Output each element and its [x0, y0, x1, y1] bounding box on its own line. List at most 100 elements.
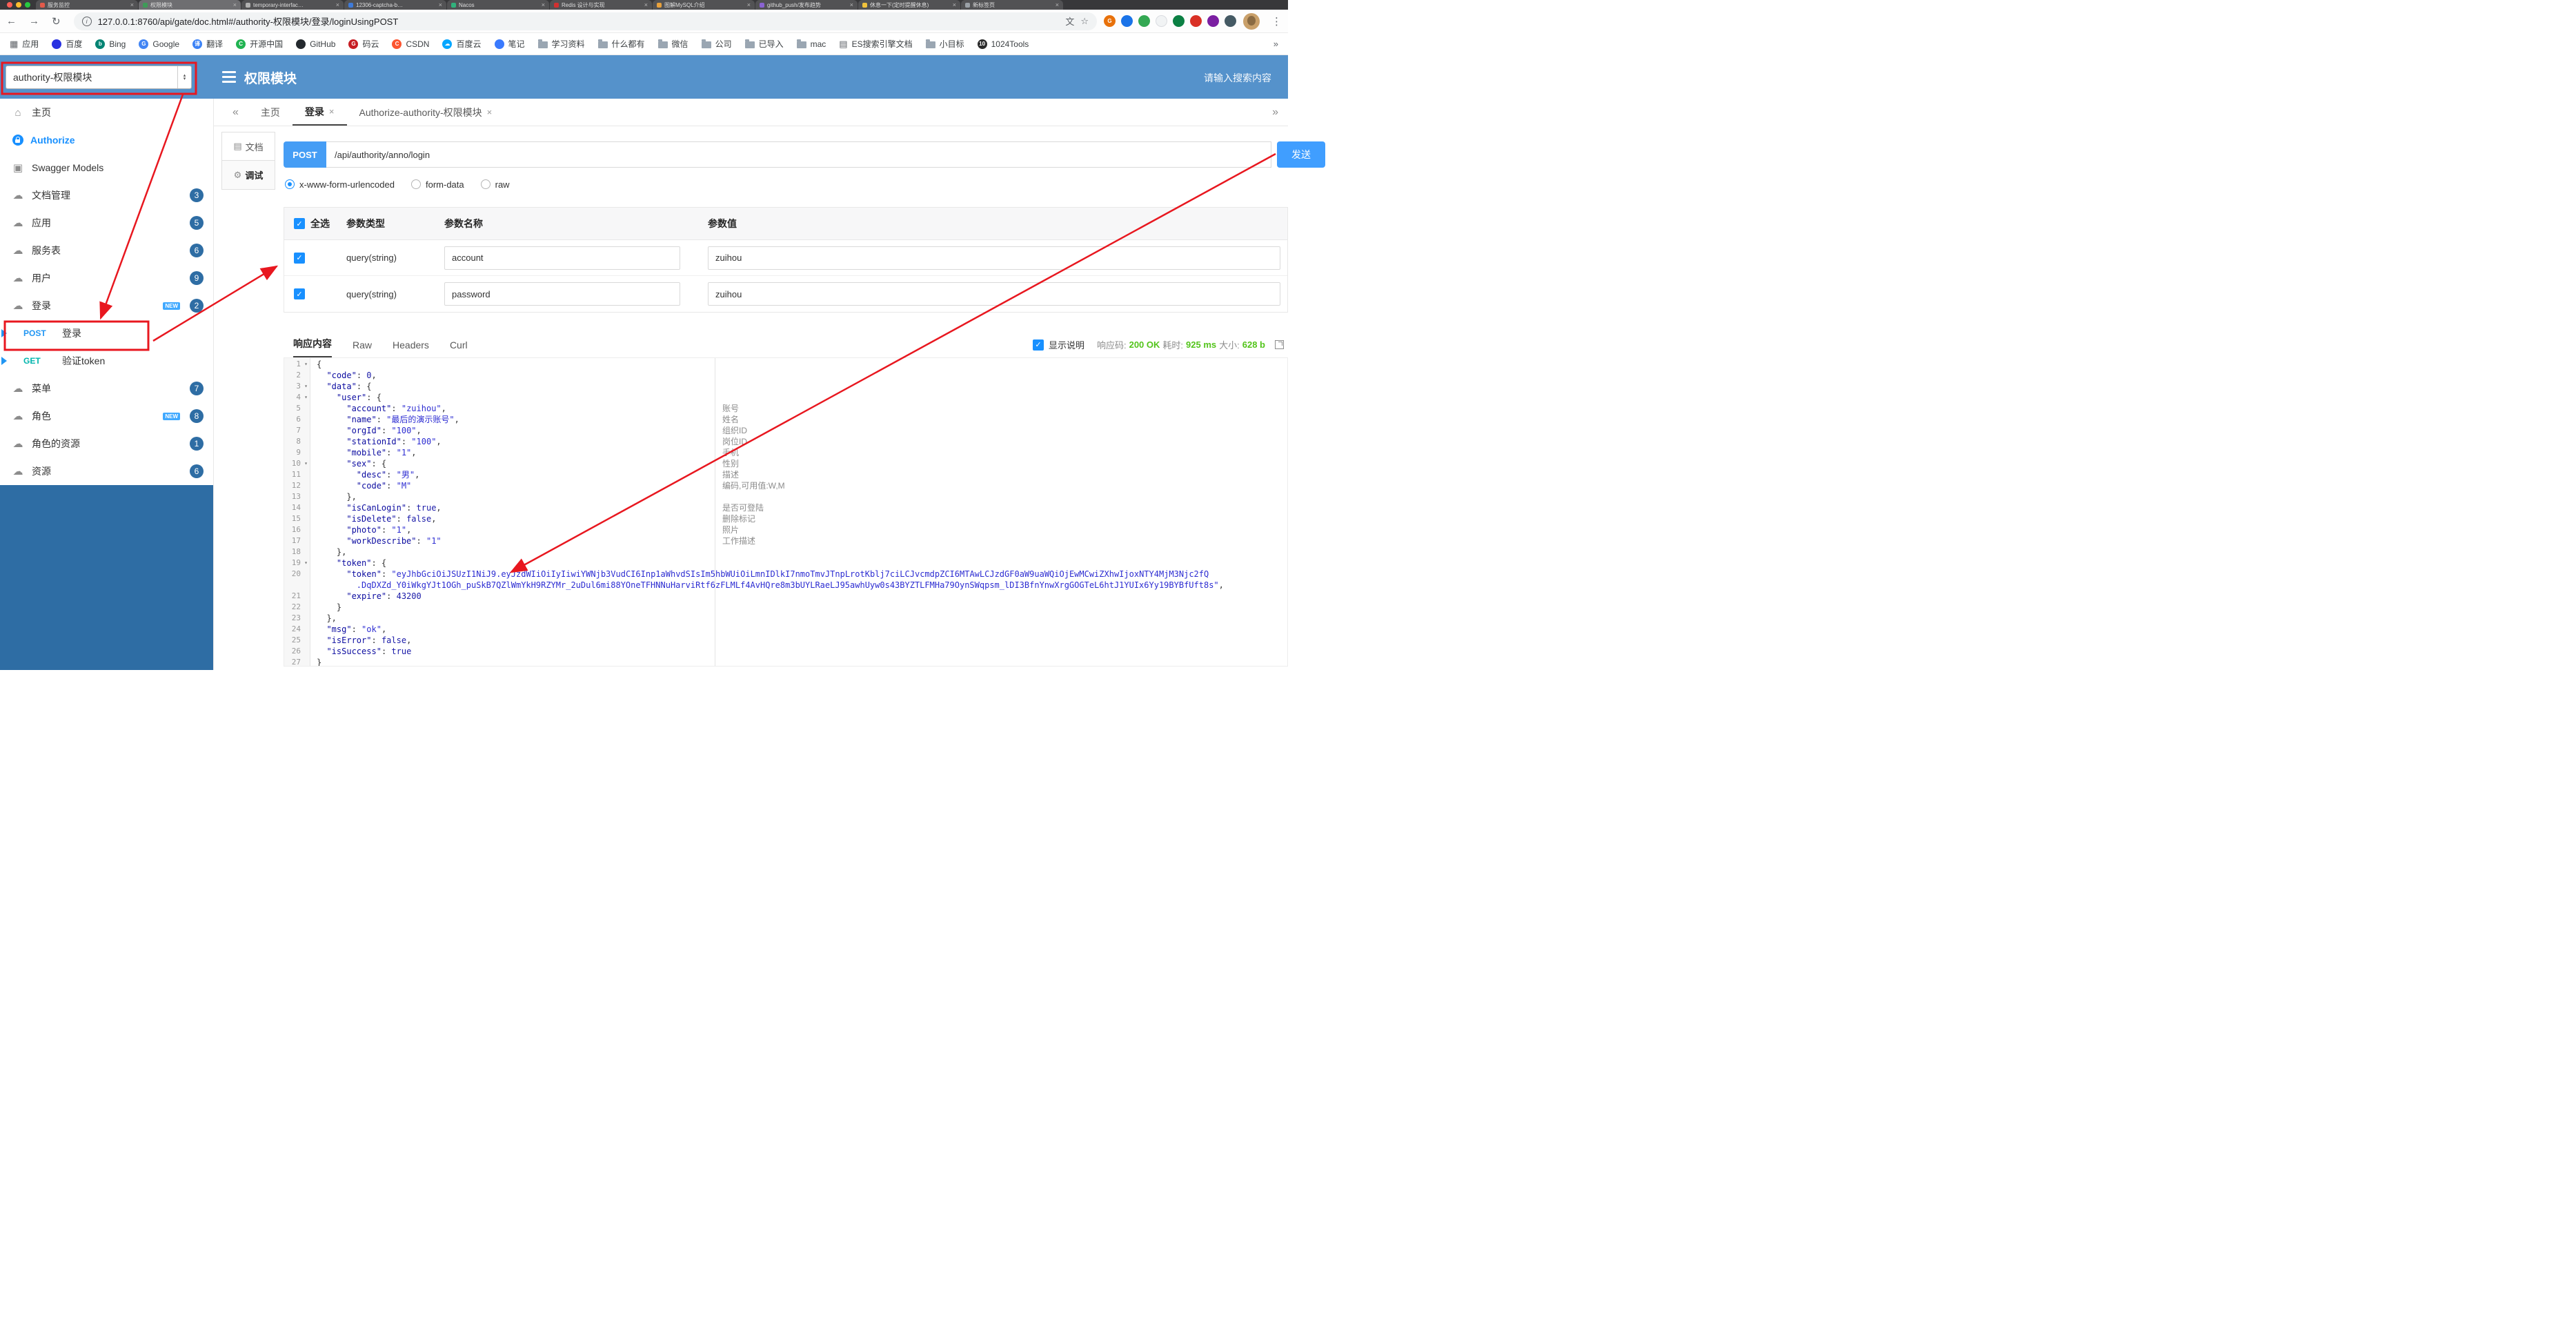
bookmark-item[interactable]: C CSDN	[392, 39, 429, 49]
sidebar-item[interactable]: ☁ 资源 6	[0, 457, 213, 485]
extension-icon[interactable]	[1190, 15, 1202, 27]
zoom-window-button[interactable]	[25, 2, 30, 8]
fold-icon[interactable]: ▾	[304, 558, 308, 569]
tab-close-icon[interactable]: ×	[1056, 1, 1059, 8]
doc-tab[interactable]: 登录 ×	[292, 99, 347, 126]
response-editor[interactable]: 1 ▾{2 "code": 0, 3 ▾ "data": {4 ▾ "user": {5…	[284, 357, 1288, 667]
fold-icon[interactable]: ▾	[304, 381, 308, 392]
bookmark-item[interactable]: 学习资料	[537, 38, 585, 50]
sidebar-api-get[interactable]: GET 验证token	[0, 347, 213, 375]
select-all-checkbox[interactable]: ✓	[294, 218, 305, 229]
sidebar-item[interactable]: ☁ 应用 5	[0, 209, 213, 237]
sidebar-item[interactable]: ☁ 角色 NEW 8	[0, 402, 213, 430]
url-text[interactable]: 127.0.0.1:8760/api/gate/doc.html#/author…	[98, 14, 1060, 28]
tab-close-icon[interactable]: ×	[439, 1, 442, 8]
fullscreen-icon[interactable]	[1275, 340, 1284, 349]
fold-icon[interactable]: ▾	[304, 458, 308, 469]
tab-close-icon[interactable]: ×	[329, 106, 335, 117]
response-tab[interactable]: Raw	[353, 339, 372, 357]
sidebar-item[interactable]: ▣ Swagger Models	[0, 154, 213, 181]
browser-tab[interactable]: temporary-interfac… ×	[241, 0, 344, 10]
sidebar-item[interactable]: ☁ 服务表 6	[0, 237, 213, 264]
bookmark-item[interactable]: 已导入	[744, 38, 784, 50]
bookmark-item[interactable]: 什么都有	[597, 38, 645, 50]
view-tab-文档[interactable]: ▤ 文档	[222, 132, 275, 161]
body-type-radio[interactable]: raw	[480, 179, 510, 190]
bookmark-item[interactable]: 10 1024Tools	[977, 39, 1029, 49]
browser-menu-icon[interactable]: ⋮	[1271, 15, 1282, 28]
translate-icon[interactable]: 文	[1065, 14, 1074, 28]
doc-tab[interactable]: 主页	[248, 99, 293, 126]
tab-close-icon[interactable]: ×	[130, 1, 134, 8]
browser-tab[interactable]: Redis 设计与实现 ×	[550, 0, 652, 10]
extension-icon[interactable]: G	[1104, 15, 1116, 27]
bookmark-item[interactable]: b Bing	[95, 39, 126, 49]
address-bar[interactable]: i 127.0.0.1:8760/api/gate/doc.html#/auth…	[73, 12, 1097, 30]
tab-close-icon[interactable]: ×	[233, 1, 237, 8]
body-type-radio[interactable]: x-www-form-urlencoded	[285, 179, 395, 190]
browser-tab[interactable]: 图解MySQL介绍 ×	[653, 0, 755, 10]
bookmark-item[interactable]: 笔记	[494, 38, 525, 50]
extension-icon[interactable]	[1207, 15, 1219, 27]
sidebar-api-post[interactable]: POST 登录	[0, 319, 213, 347]
request-url-input[interactable]	[326, 141, 1271, 168]
body-type-radio[interactable]: form-data	[410, 179, 464, 190]
bookmark-item[interactable]: 公司	[701, 38, 732, 50]
browser-tab[interactable]: github_push/发布趋势 ×	[755, 0, 858, 10]
tab-close-icon[interactable]: ×	[644, 1, 648, 8]
response-tab[interactable]: 响应内容	[293, 337, 332, 357]
bookmark-item[interactable]: ▤ ES搜索引擎文档	[839, 38, 912, 50]
bookmark-item[interactable]: G 码云	[348, 38, 379, 50]
bookmark-item[interactable]: 微信	[657, 38, 688, 50]
sidebar-item[interactable]: Authorize	[0, 126, 213, 154]
fold-icon[interactable]: ▾	[304, 392, 308, 403]
param-name-input[interactable]	[444, 246, 680, 270]
bookmarks-overflow-icon[interactable]: »	[1274, 39, 1278, 49]
sidebar-item[interactable]: ☁ 角色的资源 1	[0, 430, 213, 457]
tabs-prev-icon[interactable]: «	[232, 106, 239, 119]
bookmark-item[interactable]: GitHub	[296, 39, 335, 49]
bookmark-star-icon[interactable]: ☆	[1080, 16, 1089, 27]
sidebar-item[interactable]: ☁ 菜单 7	[0, 375, 213, 402]
fold-icon[interactable]: ▾	[304, 359, 308, 370]
bookmark-item[interactable]: ▦ 应用	[10, 38, 39, 50]
param-value-input[interactable]	[708, 246, 1280, 270]
tab-close-icon[interactable]: ×	[542, 1, 545, 8]
send-button[interactable]: 发送	[1277, 141, 1325, 168]
close-window-button[interactable]	[7, 2, 12, 8]
bookmark-item[interactable]: ☁ 百度云	[442, 38, 482, 50]
browser-tab[interactable]: 服务监控 ×	[36, 0, 138, 10]
extension-icon[interactable]	[1138, 15, 1150, 27]
browser-tab[interactable]: 休息一下(定时提醒休息) ×	[858, 0, 960, 10]
param-name-input[interactable]	[444, 282, 680, 306]
extension-icon[interactable]	[1173, 15, 1185, 27]
extension-icon[interactable]	[1121, 15, 1133, 27]
bookmark-item[interactable]: 译翻译	[192, 38, 223, 50]
param-checkbox[interactable]: ✓	[294, 252, 305, 264]
param-value-input[interactable]	[708, 282, 1280, 306]
reload-icon[interactable]: ↻	[52, 15, 61, 28]
minimize-window-button[interactable]	[16, 2, 21, 8]
tab-close-icon[interactable]: ×	[850, 1, 853, 8]
sidebar-item[interactable]: ☁ 用户 9	[0, 264, 213, 292]
module-select[interactable]: authority-权限模块 ▴ ▾	[6, 66, 192, 89]
search-placeholder[interactable]: 请输入搜索内容	[1204, 71, 1271, 85]
bookmark-item[interactable]: 小目标	[925, 38, 964, 50]
show-description-checkbox[interactable]: ✓	[1032, 339, 1044, 351]
tab-close-icon[interactable]: ×	[953, 1, 956, 8]
menu-icon[interactable]	[222, 71, 236, 83]
bookmark-item[interactable]: 百度	[52, 38, 82, 50]
doc-tab[interactable]: Authorize-authority-权限模块 ×	[347, 99, 505, 126]
extension-icon[interactable]	[1225, 15, 1236, 27]
response-tab[interactable]: Headers	[393, 339, 429, 357]
sidebar-item[interactable]: ⌂ 主页	[0, 99, 213, 126]
bookmark-item[interactable]: G Google	[139, 39, 179, 49]
tab-close-icon[interactable]: ×	[487, 107, 493, 117]
bookmark-item[interactable]: C 开源中国	[236, 38, 283, 50]
page-info-icon[interactable]: i	[81, 16, 92, 26]
extension-icon[interactable]	[1156, 15, 1167, 27]
browser-tab[interactable]: Nacos ×	[447, 0, 549, 10]
back-icon[interactable]: ←	[6, 15, 17, 27]
avatar[interactable]	[1243, 12, 1260, 30]
response-tab[interactable]: Curl	[450, 339, 468, 357]
